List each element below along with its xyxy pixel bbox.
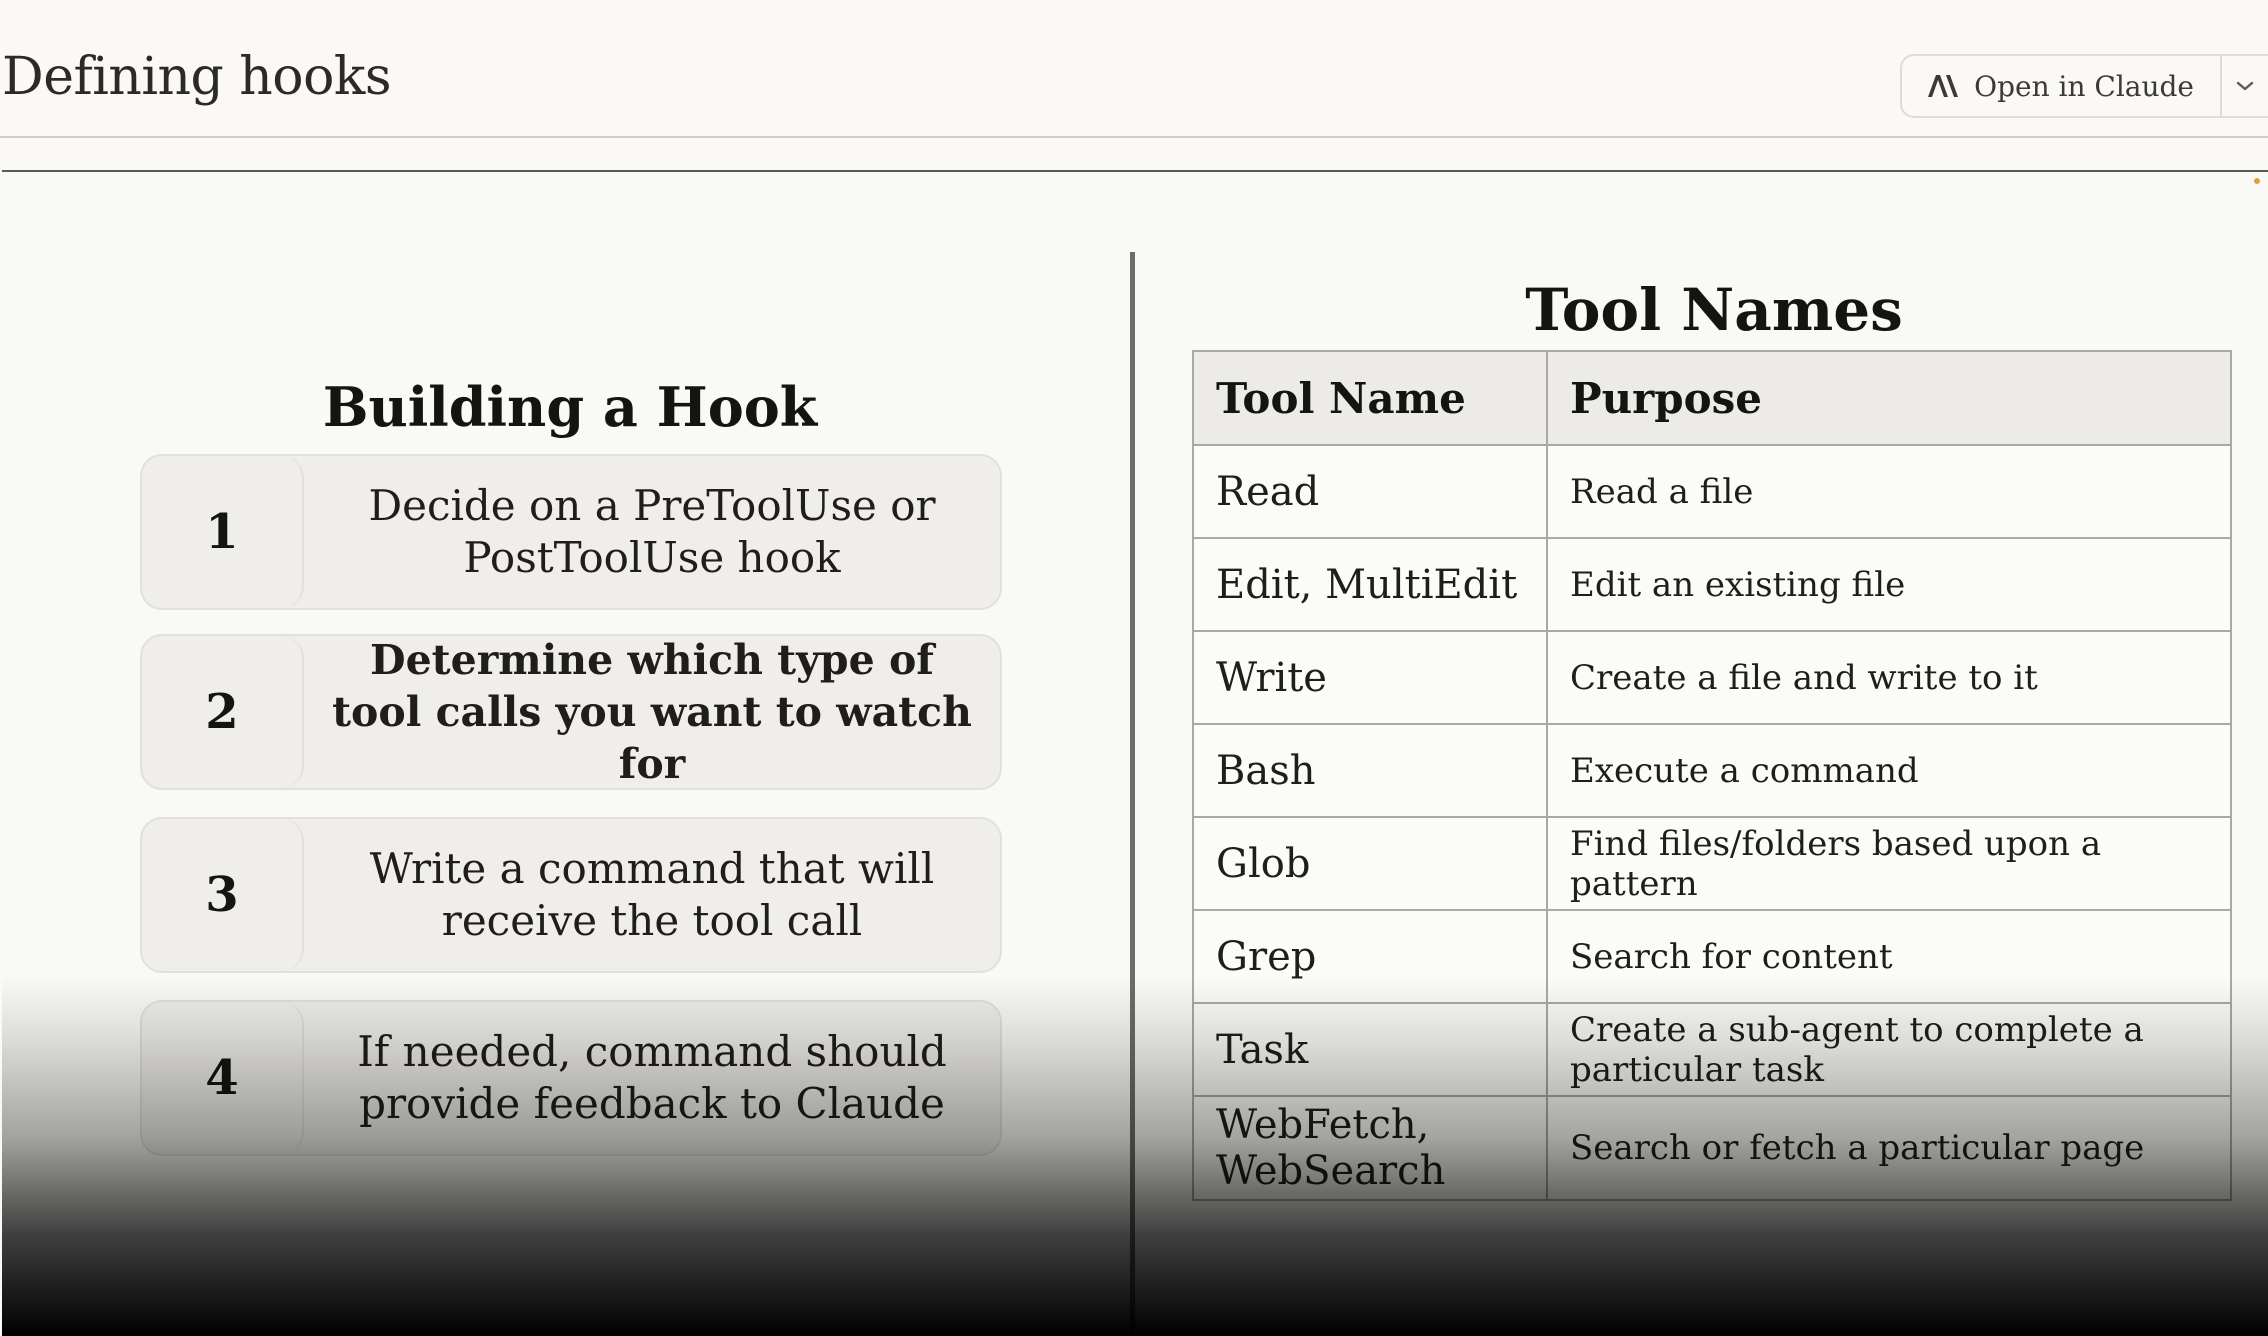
tool-name-cell: Glob (1192, 816, 1548, 911)
building-hook-heading: Building a Hook (322, 375, 818, 439)
step-text: If needed, command should provide feedba… (357, 1027, 947, 1128)
step-text: Determine which type of tool calls you w… (332, 636, 972, 788)
chevron-down-icon (2236, 81, 2254, 91)
slide-viewer: Building a Hook 1 Decide on a PreToolUse… (2, 170, 2268, 1336)
table-row: Edit, MultiEdit Edit an existing file (1192, 537, 2232, 632)
status-dot (2254, 178, 2260, 184)
tool-name-cell: Write (1192, 630, 1548, 725)
tool-purpose-cell: Create a file and write to it (1546, 630, 2232, 725)
tool-names-table: Tool Name Purpose Read Read a file Edit,… (1192, 350, 2232, 1201)
column-header-tool-name: Tool Name (1192, 350, 1548, 446)
tool-purpose-cell: Edit an existing file (1546, 537, 2232, 632)
table-row: Read Read a file (1192, 444, 2232, 539)
step-number: 1 (142, 456, 304, 608)
column-header-purpose: Purpose (1546, 350, 2232, 446)
tool-name-cell: Bash (1192, 723, 1548, 818)
table-row: Bash Execute a command (1192, 723, 2232, 818)
page-title: Defining hooks (2, 47, 392, 107)
tool-purpose-cell: Read a file (1546, 444, 2232, 539)
tool-name-cell: Task (1192, 1002, 1548, 1097)
tool-name-cell: Edit, MultiEdit (1192, 537, 1548, 632)
step-card-1: 1 Decide on a PreToolUse or PostToolUse … (140, 454, 1002, 610)
step-number: 4 (142, 1002, 304, 1154)
tool-purpose-cell: Execute a command (1546, 723, 2232, 818)
open-options-dropdown[interactable] (2222, 56, 2268, 116)
step-card-4: 4 If needed, command should provide feed… (140, 1000, 1002, 1156)
tool-purpose-cell: Search for content (1546, 909, 2232, 1004)
anthropic-logo-icon (1928, 75, 1959, 97)
tool-purpose-cell: Search or fetch a particular page (1546, 1095, 2232, 1201)
open-in-claude-button[interactable]: Open in Claude (1902, 56, 2222, 116)
table-row: Task Create a sub-agent to complete a pa… (1192, 1002, 2232, 1097)
table-row: Write Create a file and write to it (1192, 630, 2232, 725)
table-row: WebFetch, WebSearch Search or fetch a pa… (1192, 1095, 2232, 1201)
step-text: Write a command that will receive the to… (369, 844, 935, 945)
table-row: Glob Find files/folders based upon a pat… (1192, 816, 2232, 911)
step-card-3: 3 Write a command that will receive the … (140, 817, 1002, 973)
open-in-claude-label: Open in Claude (1974, 69, 2194, 103)
step-card-2: 2 Determine which type of tool calls you… (140, 634, 1002, 790)
tool-purpose-cell: Create a sub-agent to complete a particu… (1546, 1002, 2232, 1097)
step-text: Decide on a PreToolUse or PostToolUse ho… (368, 481, 936, 582)
open-in-claude-group: Open in Claude (1900, 54, 2268, 118)
tool-name-cell: Grep (1192, 909, 1548, 1004)
tool-purpose-cell: Find files/folders based upon a pattern (1546, 816, 2232, 911)
tool-names-heading: Tool Names (1525, 276, 1903, 344)
table-row: Grep Search for content (1192, 909, 2232, 1004)
step-number: 2 (142, 636, 304, 788)
slide-divider (1130, 252, 1135, 1336)
step-number: 3 (142, 819, 304, 971)
tool-name-cell: Read (1192, 444, 1548, 539)
page-header: Defining hooks Open in Claude (0, 0, 2268, 138)
table-header-row: Tool Name Purpose (1192, 350, 2232, 446)
tool-name-cell: WebFetch, WebSearch (1192, 1095, 1548, 1201)
